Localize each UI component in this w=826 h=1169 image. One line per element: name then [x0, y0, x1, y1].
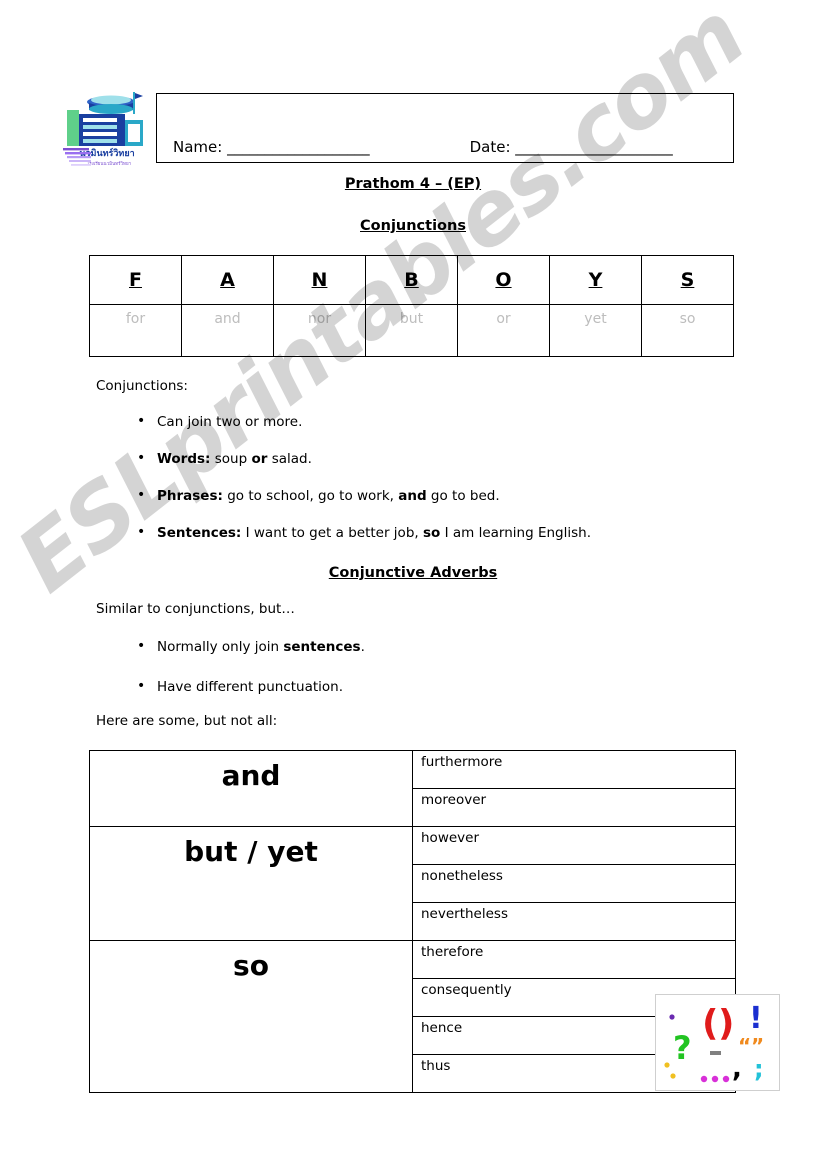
fanboys-word-cell: so: [641, 304, 734, 357]
school-logo-icon: นวมินทร์วิทยา โรงเรียนนวมินทร์วิทยา: [63, 92, 143, 167]
adverb-cell: moreover: [412, 788, 736, 827]
name-date-box: Name: ___________________ Date: ________…: [156, 93, 734, 163]
fanboys-word-cell: yet: [549, 304, 642, 357]
bullet-lead: Words:: [157, 451, 211, 467]
conjunction-cell: so: [89, 940, 413, 1093]
topic-title: Conjunctions: [0, 218, 826, 234]
topic-title-text: Conjunctions: [360, 218, 466, 234]
bullet-tail: salad.: [267, 451, 312, 467]
date-field[interactable]: Date: _____________________: [470, 138, 673, 156]
school-logo: นวมินทร์วิทยา โรงเรียนนวมินทร์วิทยา: [63, 90, 151, 172]
bullet-bold-word: and: [398, 488, 427, 504]
punctuation-clipart-icon: ( ) ! ? “ ” , ;: [656, 995, 779, 1090]
adverb-cell: however: [412, 826, 736, 865]
bullet-tail: go to bed.: [426, 488, 500, 504]
conjunction-cell: but / yet: [89, 826, 413, 941]
bullet-bold-word: or: [251, 451, 268, 467]
fanboys-word-row: for and nor but or yet so: [89, 304, 734, 357]
fanboys-letter-cell: F: [89, 255, 182, 305]
name-label: Name:: [173, 138, 223, 156]
topic2-title: Conjunctive Adverbs: [0, 565, 826, 581]
bullet-bold-word: sentences: [283, 639, 361, 655]
fanboys-letter-cell: S: [641, 255, 734, 305]
bullet-lead: Phrases:: [157, 488, 223, 504]
here-are-some-label: Here are some, but not all:: [96, 713, 278, 729]
adverb-cell: therefore: [412, 940, 736, 979]
name-field[interactable]: Name: ___________________: [173, 138, 370, 156]
fanboys-letter-row: F A N B O Y S: [89, 255, 734, 305]
fanboys-letter-cell: O: [457, 255, 550, 305]
adverbs-bullet-list: Normally only join sentences. Have diffe…: [135, 638, 365, 719]
list-item: Can join two or more.: [135, 413, 591, 430]
bullet-text: soup: [210, 451, 252, 467]
adverbs-intro: Similar to conjunctions, but…: [96, 601, 295, 617]
svg-text:?: ?: [673, 1029, 692, 1067]
fanboys-word-cell: and: [181, 304, 274, 357]
bullet-text: Normally only join: [157, 639, 284, 655]
conjunctions-bullet-list: Can join two or more. Words: soup or sal…: [135, 413, 591, 562]
bullet-text: I want to get a better job,: [241, 525, 423, 541]
fanboys-word-cell: nor: [273, 304, 366, 357]
conjunction-cell: and: [89, 750, 413, 827]
fanboys-word-cell: or: [457, 304, 550, 357]
fanboys-letter-cell: A: [181, 255, 274, 305]
list-item: Have different punctuation.: [135, 678, 365, 695]
list-item: Words: soup or salad.: [135, 450, 591, 467]
svg-text:,: ,: [732, 1054, 742, 1084]
table-row: but / yet however: [89, 826, 736, 941]
fanboys-word-cell: for: [89, 304, 182, 357]
bullet-tail: I am learning English.: [440, 525, 591, 541]
adverb-cell: nonetheless: [412, 864, 736, 903]
conjunctions-label: Conjunctions:: [96, 378, 188, 394]
bullet-text: Have different punctuation.: [157, 679, 344, 695]
svg-text:;: ;: [754, 1055, 764, 1083]
table-row: and furthermore: [89, 750, 736, 827]
bullet-text: Can join two or more.: [157, 414, 303, 430]
name-date-fields: Name: ___________________ Date: ________…: [157, 138, 733, 156]
fanboys-letter-cell: N: [273, 255, 366, 305]
fanboys-table: F A N B O Y S for and nor but or yet so: [89, 255, 734, 357]
svg-text:!: !: [749, 1001, 763, 1036]
fanboys-letter-cell: B: [365, 255, 458, 305]
bullet-text: go to school, go to work,: [222, 488, 399, 504]
bullet-lead: Sentences:: [157, 525, 242, 541]
list-item: Normally only join sentences.: [135, 638, 365, 655]
conjunctive-adverbs-table: and furthermore moreover but / yet howev…: [89, 750, 736, 1093]
date-blank-line: _____________________: [515, 138, 673, 156]
adverb-cell: furthermore: [412, 750, 736, 789]
bullet-tail: .: [360, 639, 365, 655]
date-label: Date:: [469, 138, 511, 156]
adverb-cell: nevertheless: [412, 902, 736, 941]
topic2-title-text: Conjunctive Adverbs: [328, 565, 498, 581]
fanboys-word-cell: but: [365, 304, 458, 357]
list-item: Sentences: I want to get a better job, s…: [135, 524, 591, 541]
punctuation-marks-clipart: ( ) ! ? “ ” , ;: [655, 994, 780, 1091]
svg-text:(: (: [702, 1003, 718, 1044]
grade-title: Prathom 4 – (EP): [0, 176, 826, 192]
grade-title-text: Prathom 4 – (EP): [344, 176, 482, 192]
logo-thai-sub: โรงเรียนนวมินทร์วิทยา: [87, 160, 132, 167]
list-item: Phrases: go to school, go to work, and g…: [135, 487, 591, 504]
table-row: so therefore: [89, 940, 736, 1093]
name-blank-line: ___________________: [227, 138, 370, 156]
worksheet-page: นวมินทร์วิทยา โรงเรียนนวมินทร์วิทยา Name…: [0, 0, 826, 1169]
fanboys-letter-cell: Y: [549, 255, 642, 305]
bullet-bold-word: so: [422, 525, 441, 541]
svg-text:): ): [718, 1003, 734, 1044]
